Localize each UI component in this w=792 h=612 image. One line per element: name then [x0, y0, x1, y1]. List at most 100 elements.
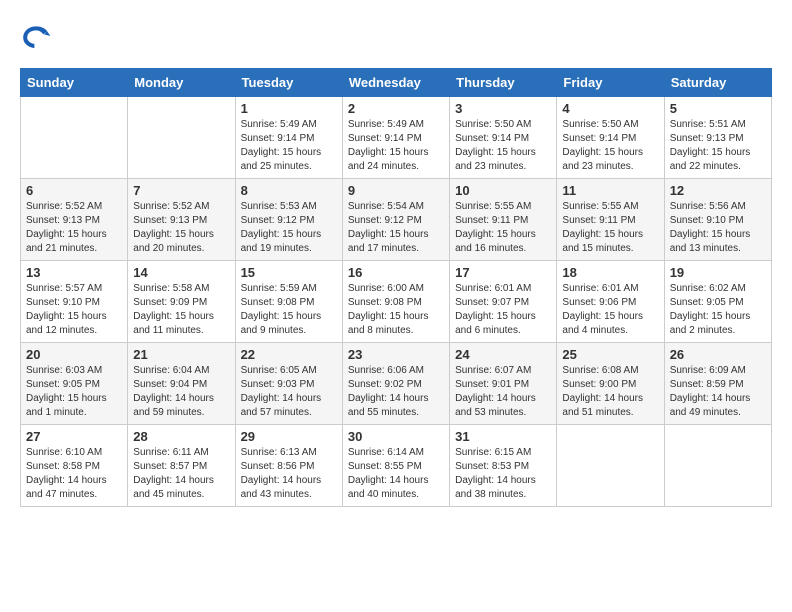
day-info: Sunrise: 6:10 AM Sunset: 8:58 PM Dayligh… — [26, 446, 122, 502]
day-info: Sunrise: 5:50 AM Sunset: 9:14 PM Dayligh… — [562, 118, 658, 174]
day-number: 10 — [455, 183, 551, 198]
day-number: 12 — [670, 183, 766, 198]
day-info: Sunrise: 6:11 AM Sunset: 8:57 PM Dayligh… — [133, 446, 229, 502]
calendar-cell: 20 Sunrise: 6:03 AM Sunset: 9:05 PM Dayli… — [21, 343, 128, 425]
day-info: Sunrise: 5:55 AM Sunset: 9:11 PM Dayligh… — [562, 200, 658, 256]
day-number: 8 — [241, 183, 337, 198]
calendar-cell — [128, 97, 235, 179]
header-row: SundayMondayTuesdayWednesdayThursdayFrid… — [21, 69, 772, 97]
calendar-cell: 9 Sunrise: 5:54 AM Sunset: 9:12 PM Daylig… — [342, 179, 449, 261]
day-info: Sunrise: 6:03 AM Sunset: 9:05 PM Dayligh… — [26, 364, 122, 420]
header-day: Friday — [557, 69, 664, 97]
day-info: Sunrise: 6:00 AM Sunset: 9:08 PM Dayligh… — [348, 282, 444, 338]
calendar-cell: 3Sunrise: 5:50 AM Sunset: 9:14 PM Daylig… — [450, 97, 557, 179]
calendar-week: 1 Sunrise: 5:49 AM Sunset: 9:14 PM Daylig… — [21, 97, 772, 179]
day-number: 24 — [455, 347, 551, 362]
calendar-cell: 25 Sunrise: 6:08 AM Sunset: 9:00 PM Dayli… — [557, 343, 664, 425]
day-info: Sunrise: 5:52 AM Sunset: 9:13 PM Dayligh… — [26, 200, 122, 256]
calendar-cell: 2 Sunrise: 5:49 AM Sunset: 9:14 PM Daylig… — [342, 97, 449, 179]
calendar-cell: 1 Sunrise: 5:49 AM Sunset: 9:14 PM Daylig… — [235, 97, 342, 179]
day-number: 21 — [133, 347, 229, 362]
day-number: 25 — [562, 347, 658, 362]
calendar-cell: 19 Sunrise: 6:02 AM Sunset: 9:05 PM Dayli… — [664, 261, 771, 343]
day-number: 18 — [562, 265, 658, 280]
calendar-week: 6Sunrise: 5:52 AM Sunset: 9:13 PM Daylig… — [21, 179, 772, 261]
calendar-cell: 16Sunrise: 6:00 AM Sunset: 9:08 PM Dayli… — [342, 261, 449, 343]
day-info: Sunrise: 5:54 AM Sunset: 9:12 PM Dayligh… — [348, 200, 444, 256]
day-number: 27 — [26, 429, 122, 444]
day-number: 17 — [455, 265, 551, 280]
calendar-cell: 27 Sunrise: 6:10 AM Sunset: 8:58 PM Dayli… — [21, 425, 128, 507]
calendar-cell: 8 Sunrise: 5:53 AM Sunset: 9:12 PM Daylig… — [235, 179, 342, 261]
calendar-cell: 15 Sunrise: 5:59 AM Sunset: 9:08 PM Dayli… — [235, 261, 342, 343]
calendar-cell: 29 Sunrise: 6:13 AM Sunset: 8:56 PM Dayli… — [235, 425, 342, 507]
day-number: 5 — [670, 101, 766, 116]
header-day: Sunday — [21, 69, 128, 97]
day-number: 11 — [562, 183, 658, 198]
day-info: Sunrise: 5:59 AM Sunset: 9:08 PM Dayligh… — [241, 282, 337, 338]
day-info: Sunrise: 5:55 AM Sunset: 9:11 PM Dayligh… — [455, 200, 551, 256]
header-day: Saturday — [664, 69, 771, 97]
day-info: Sunrise: 5:58 AM Sunset: 9:09 PM Dayligh… — [133, 282, 229, 338]
day-number: 30 — [348, 429, 444, 444]
day-number: 23 — [348, 347, 444, 362]
calendar-cell — [664, 425, 771, 507]
day-info: Sunrise: 5:49 AM Sunset: 9:14 PM Dayligh… — [241, 118, 337, 174]
header-day: Thursday — [450, 69, 557, 97]
day-info: Sunrise: 6:09 AM Sunset: 8:59 PM Dayligh… — [670, 364, 766, 420]
calendar-cell: 24 Sunrise: 6:07 AM Sunset: 9:01 PM Dayli… — [450, 343, 557, 425]
calendar-cell: 10 Sunrise: 5:55 AM Sunset: 9:11 PM Dayli… — [450, 179, 557, 261]
day-number: 28 — [133, 429, 229, 444]
header-day: Tuesday — [235, 69, 342, 97]
day-info: Sunrise: 5:52 AM Sunset: 9:13 PM Dayligh… — [133, 200, 229, 256]
logo-icon — [20, 20, 52, 52]
day-info: Sunrise: 6:14 AM Sunset: 8:55 PM Dayligh… — [348, 446, 444, 502]
day-number: 1 — [241, 101, 337, 116]
day-info: Sunrise: 6:04 AM Sunset: 9:04 PM Dayligh… — [133, 364, 229, 420]
day-number: 22 — [241, 347, 337, 362]
day-info: Sunrise: 6:01 AM Sunset: 9:06 PM Dayligh… — [562, 282, 658, 338]
calendar-cell: 22 Sunrise: 6:05 AM Sunset: 9:03 PM Dayli… — [235, 343, 342, 425]
calendar-cell — [557, 425, 664, 507]
day-number: 20 — [26, 347, 122, 362]
day-info: Sunrise: 5:49 AM Sunset: 9:14 PM Dayligh… — [348, 118, 444, 174]
day-number: 29 — [241, 429, 337, 444]
day-number: 15 — [241, 265, 337, 280]
calendar-cell — [21, 97, 128, 179]
logo — [20, 20, 56, 52]
day-info: Sunrise: 6:13 AM Sunset: 8:56 PM Dayligh… — [241, 446, 337, 502]
day-number: 26 — [670, 347, 766, 362]
calendar-week: 27 Sunrise: 6:10 AM Sunset: 8:58 PM Dayli… — [21, 425, 772, 507]
day-info: Sunrise: 5:50 AM Sunset: 9:14 PM Dayligh… — [455, 118, 551, 174]
page-header — [20, 20, 772, 52]
day-number: 2 — [348, 101, 444, 116]
day-info: Sunrise: 5:57 AM Sunset: 9:10 PM Dayligh… — [26, 282, 122, 338]
calendar-cell: 31Sunrise: 6:15 AM Sunset: 8:53 PM Dayli… — [450, 425, 557, 507]
calendar-cell: 18 Sunrise: 6:01 AM Sunset: 9:06 PM Dayli… — [557, 261, 664, 343]
day-info: Sunrise: 6:05 AM Sunset: 9:03 PM Dayligh… — [241, 364, 337, 420]
calendar-cell: 11 Sunrise: 5:55 AM Sunset: 9:11 PM Dayli… — [557, 179, 664, 261]
calendar-cell: 6Sunrise: 5:52 AM Sunset: 9:13 PM Daylig… — [21, 179, 128, 261]
calendar-cell: 12 Sunrise: 5:56 AM Sunset: 9:10 PM Dayli… — [664, 179, 771, 261]
calendar-cell: 17Sunrise: 6:01 AM Sunset: 9:07 PM Dayli… — [450, 261, 557, 343]
calendar-body: 1 Sunrise: 5:49 AM Sunset: 9:14 PM Daylig… — [21, 97, 772, 507]
day-info: Sunrise: 6:08 AM Sunset: 9:00 PM Dayligh… — [562, 364, 658, 420]
calendar-cell: 23 Sunrise: 6:06 AM Sunset: 9:02 PM Dayli… — [342, 343, 449, 425]
header-day: Wednesday — [342, 69, 449, 97]
calendar-cell: 26 Sunrise: 6:09 AM Sunset: 8:59 PM Dayli… — [664, 343, 771, 425]
calendar-cell: 28 Sunrise: 6:11 AM Sunset: 8:57 PM Dayli… — [128, 425, 235, 507]
calendar-header: SundayMondayTuesdayWednesdayThursdayFrid… — [21, 69, 772, 97]
calendar-cell: 4 Sunrise: 5:50 AM Sunset: 9:14 PM Daylig… — [557, 97, 664, 179]
day-info: Sunrise: 5:56 AM Sunset: 9:10 PM Dayligh… — [670, 200, 766, 256]
day-info: Sunrise: 6:07 AM Sunset: 9:01 PM Dayligh… — [455, 364, 551, 420]
day-number: 4 — [562, 101, 658, 116]
day-info: Sunrise: 6:02 AM Sunset: 9:05 PM Dayligh… — [670, 282, 766, 338]
day-number: 31 — [455, 429, 551, 444]
day-number: 9 — [348, 183, 444, 198]
day-info: Sunrise: 5:51 AM Sunset: 9:13 PM Dayligh… — [670, 118, 766, 174]
calendar-cell: 30 Sunrise: 6:14 AM Sunset: 8:55 PM Dayli… — [342, 425, 449, 507]
calendar-week: 20 Sunrise: 6:03 AM Sunset: 9:05 PM Dayli… — [21, 343, 772, 425]
day-number: 19 — [670, 265, 766, 280]
day-info: Sunrise: 6:06 AM Sunset: 9:02 PM Dayligh… — [348, 364, 444, 420]
day-info: Sunrise: 5:53 AM Sunset: 9:12 PM Dayligh… — [241, 200, 337, 256]
